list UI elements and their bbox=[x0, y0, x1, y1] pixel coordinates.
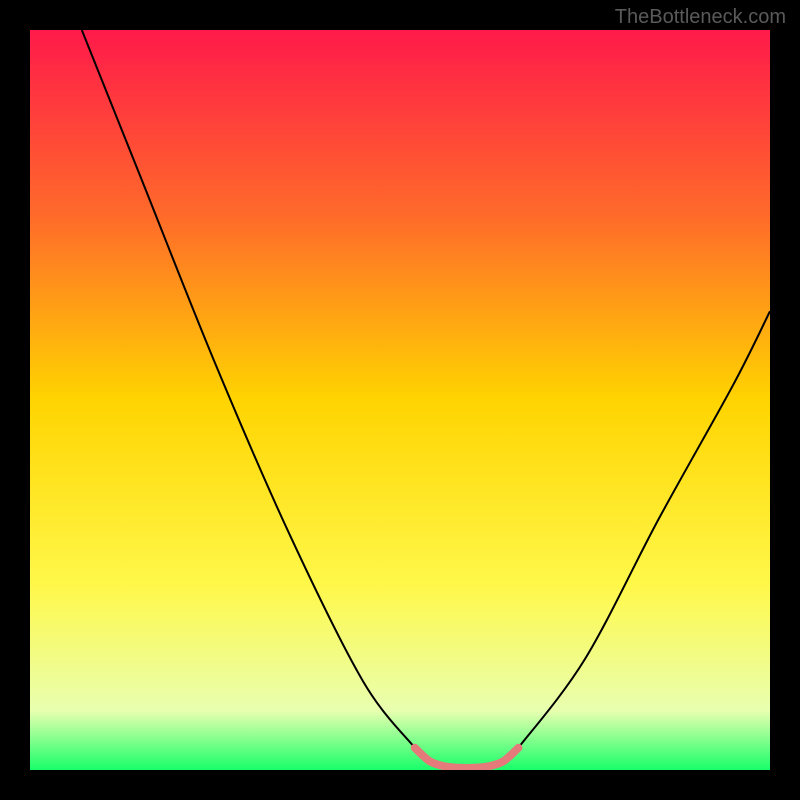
bottleneck-chart bbox=[30, 30, 770, 770]
chart-background bbox=[30, 30, 770, 770]
watermark-text: TheBottleneck.com bbox=[615, 6, 786, 29]
chart-svg bbox=[30, 30, 770, 770]
